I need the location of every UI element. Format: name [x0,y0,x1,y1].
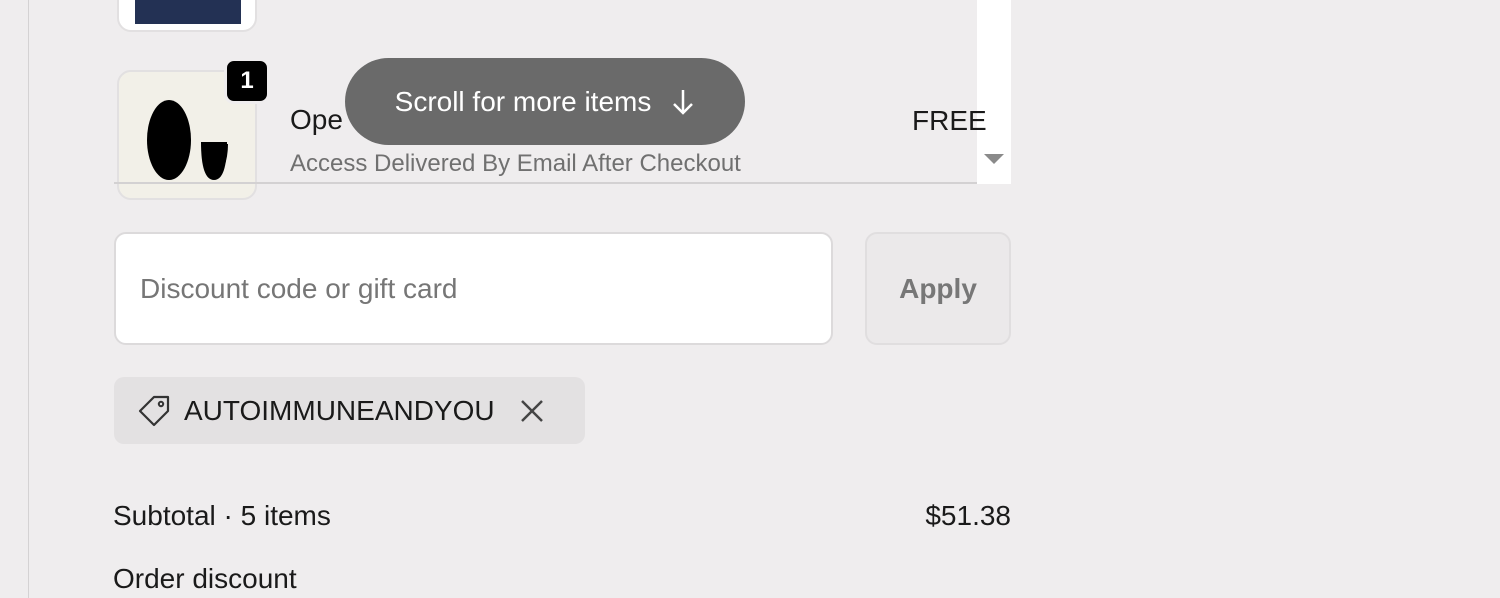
subtotal-value: $51.38 [925,500,1011,531]
item-name: Ope [290,104,343,135]
order-discount-label: Order discount [113,563,297,594]
scroll-down-arrow-icon[interactable] [984,154,1004,164]
scroll-for-more-button[interactable]: Scroll for more items [345,58,745,145]
item-delivery-note: Access Delivered By Email After Checkout [290,150,741,177]
panel-left-border [28,0,29,598]
tag-icon [138,395,170,426]
item-price: FREE [912,105,987,136]
remove-discount-button[interactable] [517,396,547,426]
arrow-down-icon [673,89,694,115]
apply-button[interactable]: Apply [865,232,1011,345]
product-thumbnail [117,0,257,32]
applied-discount-tag: AUTOIMMUNEANDYOU [114,377,585,444]
scroll-hint-label: Scroll for more items [394,85,652,117]
subtotal-label: Subtotal · 5 items [113,500,331,531]
discount-code-input[interactable] [114,232,833,345]
close-icon [520,399,543,422]
list-divider [114,182,977,184]
applied-code-label: AUTOIMMUNEANDYOU [184,394,495,426]
quantity-badge: 1 [224,58,270,104]
